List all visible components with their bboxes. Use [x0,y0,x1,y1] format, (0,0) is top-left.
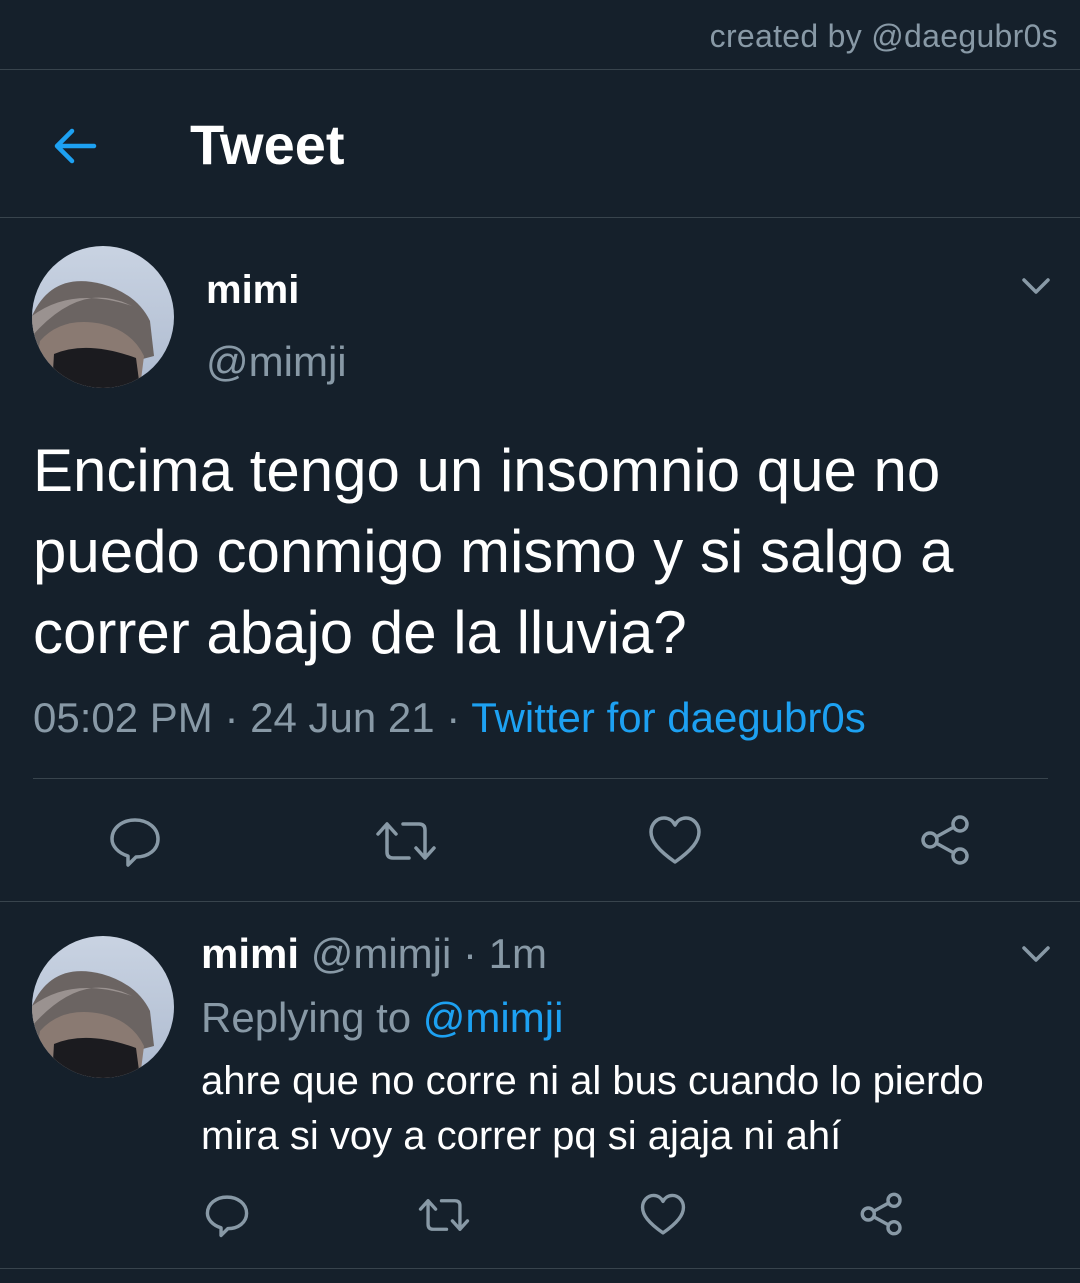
author-name[interactable]: mimi [206,268,299,313]
reply-author-handle[interactable]: @mimji [311,930,452,977]
reply-author-name[interactable]: mimi [201,930,299,977]
like-icon [640,1193,686,1235]
replying-to: Replying to @mimji [201,994,563,1042]
reply-time: 1m [488,930,548,977]
reply-text: ahre que no corre ni al bus cuando lo pi… [201,1059,984,1158]
separator: · [446,694,461,741]
reply-icon [110,818,160,867]
tweet-text: Encima tengo un insomnio que no puedo co… [33,437,954,666]
tweet-options-button[interactable] [1018,268,1054,304]
reply-icon [205,1195,249,1238]
reply-like-button[interactable] [640,1192,686,1243]
tweet-meta: 05:02 PM · 24 Jun 21 · Twitter for daegu… [33,694,866,742]
tweet-date: 24 Jun 21 [250,694,435,741]
reply-avatar[interactable] [32,936,174,1078]
tweet-source-link[interactable]: Twitter for daegubr0s [471,694,866,741]
reply-retweet-button[interactable] [418,1192,470,1243]
tweet-time: 05:02 PM [33,694,213,741]
share-icon [921,815,969,865]
share-icon [860,1192,902,1236]
divider [0,69,1080,70]
reply-options-button[interactable] [1018,936,1054,972]
profile-photo [32,246,174,388]
reply-button[interactable] [108,814,162,873]
retweet-icon [418,1199,470,1231]
retweet-icon [376,822,436,860]
reply-header: mimi @mimji · 1m [201,930,547,978]
profile-photo [32,936,174,1078]
replying-to-label: Replying to [201,994,412,1041]
back-button[interactable] [48,118,104,174]
separator: · [462,930,477,977]
retweet-button[interactable] [375,814,437,873]
reply-reply-button[interactable] [204,1192,250,1243]
arrow-left-icon [54,128,97,164]
avatar[interactable] [32,246,174,388]
divider [0,1268,1080,1269]
like-button[interactable] [648,814,702,873]
divider [0,217,1080,218]
like-icon [649,816,701,864]
replying-to-handle-link[interactable]: @mimji [423,994,564,1041]
reply-share-button[interactable] [858,1190,906,1243]
separator: · [224,694,239,741]
divider [33,778,1048,779]
share-button[interactable] [918,812,974,873]
chevron-down-icon [1022,946,1050,962]
author-handle[interactable]: @mimji [206,338,347,386]
page-title: Tweet [190,113,345,176]
chevron-down-icon [1022,278,1050,294]
watermark-credit: created by @daegubr0s [709,18,1058,54]
divider [0,901,1080,902]
